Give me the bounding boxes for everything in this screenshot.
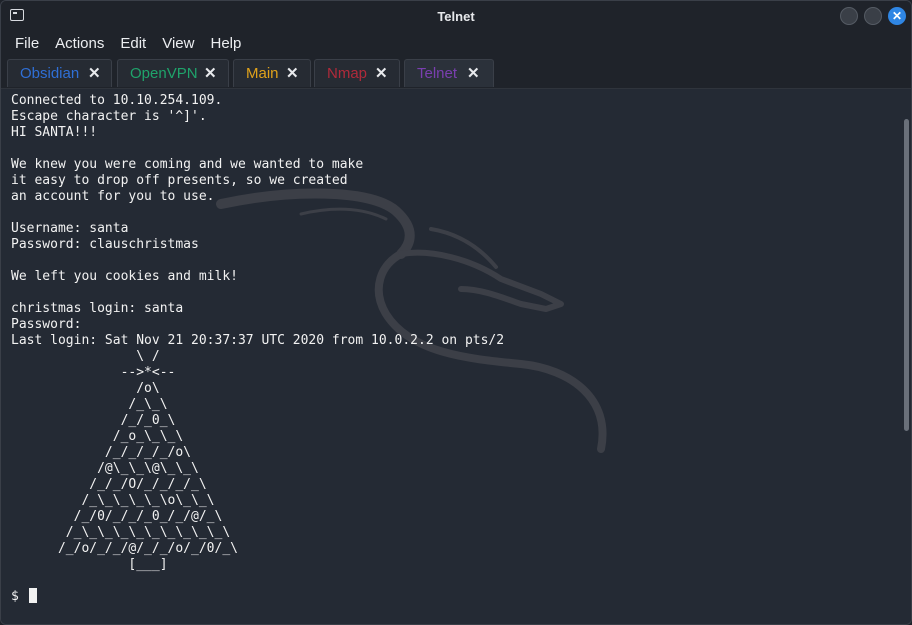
tab-nmap[interactable]: Nmap ✕ <box>314 59 400 87</box>
tab-label: Telnet <box>417 65 458 82</box>
tab-close-icon[interactable]: ✕ <box>375 60 388 88</box>
tab-label: OpenVPN <box>130 65 198 82</box>
tab-close-icon[interactable]: ✕ <box>467 60 480 88</box>
menu-help[interactable]: Help <box>202 31 249 57</box>
tab-obsidian[interactable]: Obsidian ✕ <box>7 59 112 87</box>
tab-label: Main <box>246 65 279 82</box>
window-title: Telnet <box>437 8 475 24</box>
text-cursor <box>28 588 37 603</box>
tab-main[interactable]: Main ✕ <box>233 59 311 87</box>
tab-close-icon[interactable]: ✕ <box>286 60 299 88</box>
prompt-line[interactable]: $ <box>11 588 37 605</box>
terminal-window: Telnet ✕ File Actions Edit View Help Obs… <box>0 0 912 625</box>
menu-bar: File Actions Edit View Help <box>1 31 911 57</box>
tab-close-icon[interactable]: ✕ <box>204 60 217 88</box>
scrollbar-thumb[interactable] <box>904 119 909 431</box>
menu-edit[interactable]: Edit <box>112 31 154 57</box>
menu-actions[interactable]: Actions <box>47 31 112 57</box>
menu-file[interactable]: File <box>7 31 47 57</box>
terminal-app-icon <box>10 9 24 21</box>
terminal-output: Connected to 10.10.254.109. Escape chara… <box>11 93 505 572</box>
menu-view[interactable]: View <box>154 31 202 57</box>
scrollbar[interactable] <box>903 89 911 624</box>
tab-bar: Obsidian ✕ OpenVPN ✕ Main ✕ Nmap ✕ Telne… <box>1 57 911 89</box>
tab-telnet[interactable]: Telnet ✕ <box>404 59 494 87</box>
tab-openvpn[interactable]: OpenVPN ✕ <box>117 59 229 87</box>
close-button[interactable]: ✕ <box>888 7 906 25</box>
title-bar[interactable]: Telnet ✕ <box>1 1 911 31</box>
tab-label: Nmap <box>327 65 368 82</box>
tab-label: Obsidian <box>20 65 80 82</box>
maximize-button[interactable] <box>864 7 882 25</box>
shell-prompt: $ <box>11 589 19 604</box>
minimize-button[interactable] <box>840 7 858 25</box>
terminal-area[interactable]: Connected to 10.10.254.109. Escape chara… <box>1 89 903 624</box>
tab-close-icon[interactable]: ✕ <box>88 60 101 88</box>
